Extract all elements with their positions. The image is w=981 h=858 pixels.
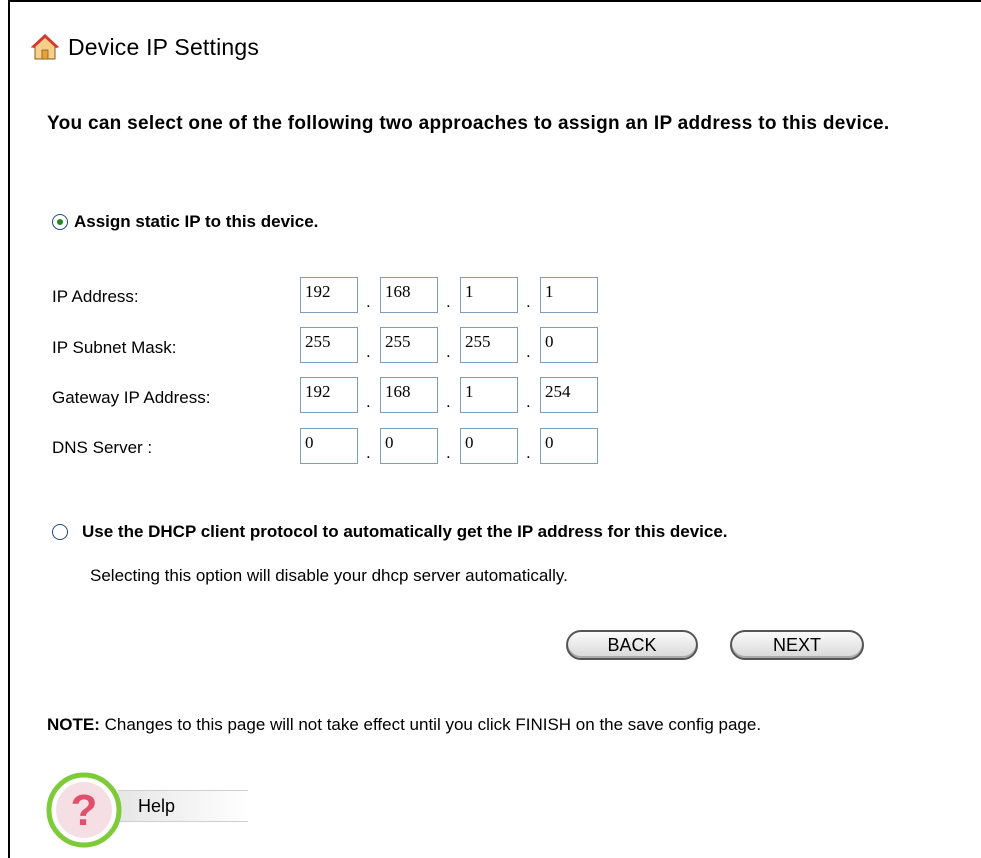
dhcp-note: Selecting this option will disable your … xyxy=(90,566,568,585)
dns-octet-4[interactable]: 0 xyxy=(540,428,598,464)
page-header: Device IP Settings xyxy=(30,32,259,62)
static-ip-option[interactable]: Assign static IP to this device. xyxy=(52,212,318,232)
octet-separator: . xyxy=(366,443,371,462)
next-button[interactable]: NEXT xyxy=(730,630,864,660)
subnet-mask-octet-4[interactable]: 0 xyxy=(540,327,598,363)
ip-address-octet-3[interactable]: 1 xyxy=(460,277,518,313)
note-text: NOTE: Changes to this page will not take… xyxy=(47,712,847,738)
gateway-label: Gateway IP Address: xyxy=(52,388,211,407)
static-ip-label: Assign static IP to this device. xyxy=(74,212,319,231)
dhcp-option[interactable]: Use the DHCP client protocol to automati… xyxy=(52,522,728,542)
dns-octet-3[interactable]: 0 xyxy=(460,428,518,464)
gateway-octet-4[interactable]: 254 xyxy=(540,377,598,413)
octet-separator: . xyxy=(526,342,531,361)
subnet-mask-octet-2[interactable]: 255 xyxy=(380,327,438,363)
dns-octet-1[interactable]: 0 xyxy=(300,428,358,464)
static-ip-radio[interactable] xyxy=(52,214,68,230)
intro-text: You can select one of the following two … xyxy=(47,113,890,134)
octet-separator: . xyxy=(526,392,531,411)
page-title: Device IP Settings xyxy=(68,33,260,60)
dns-octet-2[interactable]: 0 xyxy=(380,428,438,464)
subnet-mask-label: IP Subnet Mask: xyxy=(52,338,177,357)
subnet-mask-octet-3[interactable]: 255 xyxy=(460,327,518,363)
octet-separator: . xyxy=(366,342,371,361)
octet-separator: . xyxy=(526,292,531,311)
subnet-mask-octet-1[interactable]: 255 xyxy=(300,327,358,363)
dhcp-label: Use the DHCP client protocol to automati… xyxy=(82,522,728,541)
dns-server-label: DNS Server : xyxy=(52,438,153,457)
gateway-octet-1[interactable]: 192 xyxy=(300,377,358,413)
octet-separator: . xyxy=(366,392,371,411)
gateway-octet-3[interactable]: 1 xyxy=(460,377,518,413)
octet-separator: . xyxy=(446,392,451,411)
note-body: Changes to this page will not take effec… xyxy=(99,715,762,734)
octet-separator: . xyxy=(446,292,451,311)
octet-separator: . xyxy=(446,443,451,462)
ip-address-octet-4[interactable]: 1 xyxy=(540,277,598,313)
octet-separator: . xyxy=(366,292,371,311)
help-question-icon: ? xyxy=(46,772,122,848)
dhcp-radio[interactable] xyxy=(52,524,68,540)
back-button[interactable]: BACK xyxy=(566,630,698,660)
note-prefix: NOTE: xyxy=(47,715,100,734)
home-icon xyxy=(30,34,60,60)
gateway-octet-2[interactable]: 168 xyxy=(380,377,438,413)
svg-text:?: ? xyxy=(71,786,98,835)
help-label[interactable]: Help xyxy=(138,796,175,817)
ip-address-octet-2[interactable]: 168 xyxy=(380,277,438,313)
octet-separator: . xyxy=(526,443,531,462)
octet-separator: . xyxy=(446,342,451,361)
help-button[interactable]: ? xyxy=(44,770,124,850)
ip-address-label: IP Address: xyxy=(52,287,139,306)
ip-address-octet-1[interactable]: 192 xyxy=(300,277,358,313)
